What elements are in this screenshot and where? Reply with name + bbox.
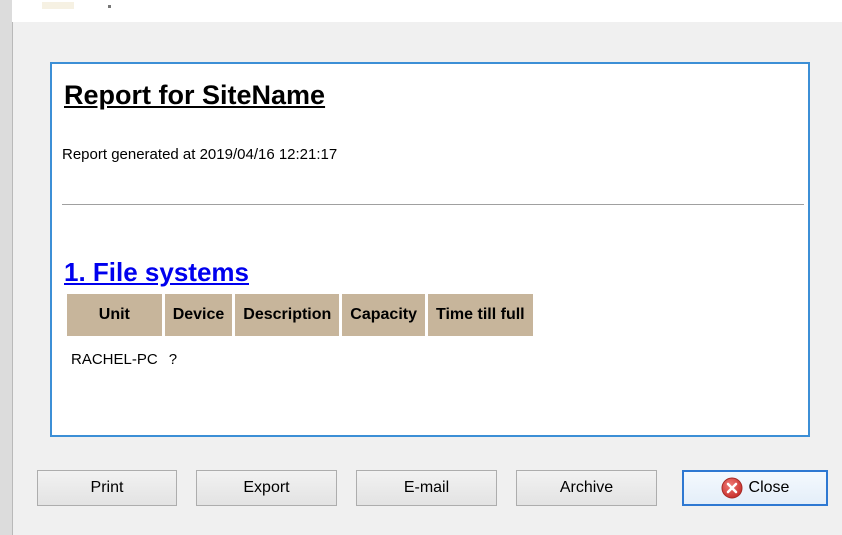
email-button-label: E-mail [403,479,450,496]
close-button[interactable]: Close [682,470,828,506]
report-title: Report for SiteName [64,80,326,110]
section-heading-file-systems[interactable]: 1. File systems [64,257,249,288]
background-window-top [12,0,842,22]
print-button[interactable]: Print [37,470,177,506]
column-header-description: Description [235,294,340,336]
cell-device: ? [168,350,178,368]
cell-unit: RACHEL-PC [71,350,158,368]
column-header-capacity: Capacity [342,294,425,336]
archive-button[interactable]: Archive [516,470,657,506]
divider [62,204,804,205]
report-view[interactable]: Report for SiteName Report generated at … [50,62,810,437]
cell-capacity [342,336,425,382]
background-window-edge [0,0,13,535]
background-thumbnail [42,2,74,9]
background-dot [108,5,111,8]
archive-button-label: Archive [559,479,614,496]
column-header-unit: Unit [67,294,162,336]
export-button[interactable]: Export [196,470,337,506]
cell-time-till-full [428,336,533,382]
column-header-time-till-full: Time till full [428,294,533,336]
table-header-row: Unit Device Description Capacity Time ti… [67,294,533,336]
file-systems-table: Unit Device Description Capacity Time ti… [64,294,536,382]
table-row: RACHEL-PC ? [67,336,533,382]
print-button-label: Print [90,479,124,496]
column-header-device: Device [164,294,233,336]
report-generated-text: Report generated at 2019/04/16 12:21:17 [62,146,338,163]
export-button-label: Export [243,479,290,496]
close-icon [721,477,743,499]
close-button-label: Close [748,479,790,496]
cell-description [235,336,339,382]
email-button[interactable]: E-mail [356,470,497,506]
